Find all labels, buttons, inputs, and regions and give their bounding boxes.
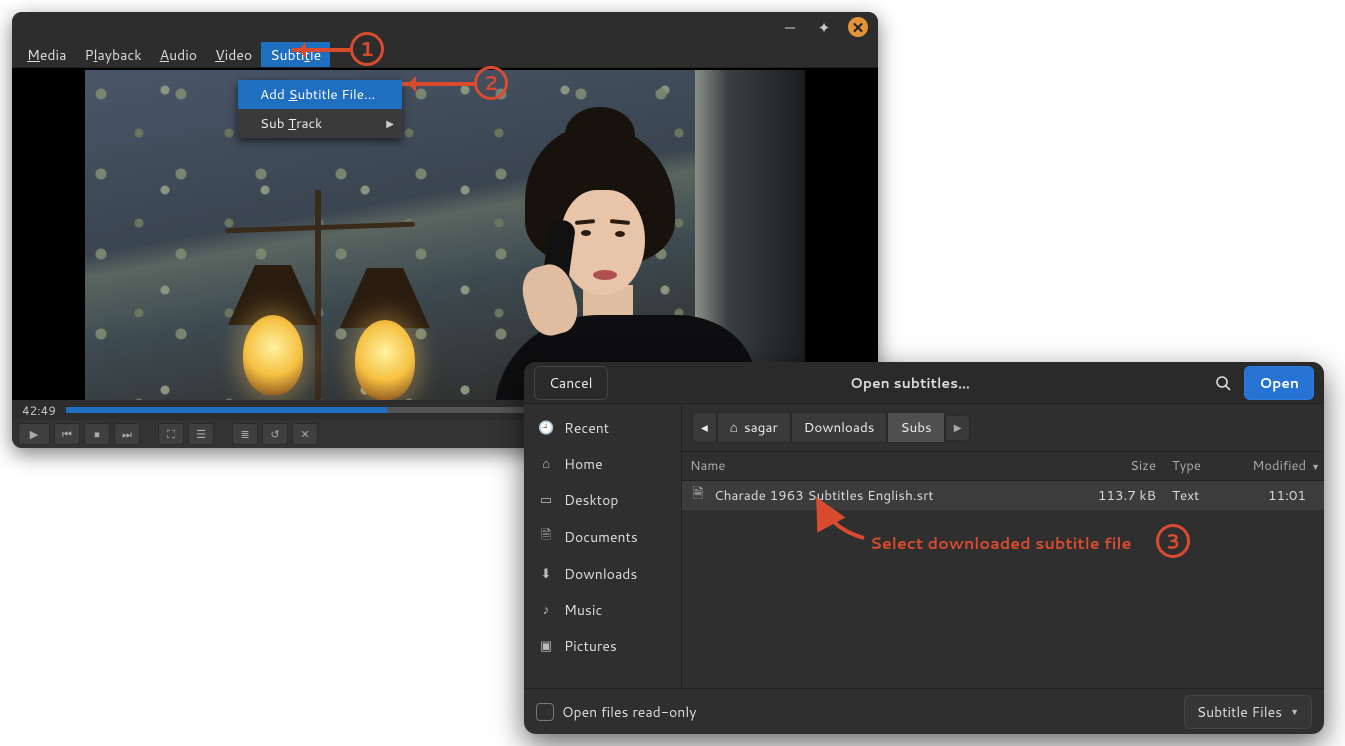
file-icon: 🗎 xyxy=(690,488,706,504)
annotation-circle-3: 3 xyxy=(1156,524,1190,558)
shuffle-button[interactable]: ✕ xyxy=(292,423,318,445)
annotation-text-3: Select downloaded subtitle file xyxy=(870,532,1131,555)
sidebar-home[interactable]: ⌂Home xyxy=(524,446,681,482)
maximize-button[interactable]: ✦ xyxy=(814,17,834,37)
read-only-label: Open files read-only xyxy=(562,702,696,722)
video-frame xyxy=(85,70,805,406)
minimize-button[interactable]: — xyxy=(780,17,800,37)
playlist-button[interactable]: ≣ xyxy=(232,423,258,445)
downloads-icon: ⬇ xyxy=(538,565,554,583)
sidebar-recent[interactable]: 🕘Recent xyxy=(524,410,681,446)
home-icon: ⌂ xyxy=(538,455,554,473)
annotation-circle-1: 1 xyxy=(350,32,384,66)
file-name: Charade 1963 Subtitles English.srt xyxy=(714,486,934,505)
stop-button[interactable]: ⏹ xyxy=(84,423,110,445)
sidebar-desktop[interactable]: ▭Desktop xyxy=(524,482,681,518)
dialog-header: Cancel Open subtitles... Open xyxy=(524,362,1324,404)
table-header: Name Size Type Modified▼ xyxy=(682,451,1324,481)
col-size[interactable]: Size xyxy=(1084,452,1164,480)
next-button[interactable]: ⏭ xyxy=(114,423,140,445)
file-table: Name Size Type Modified▼ 🗎 Charade 1963 … xyxy=(682,451,1324,688)
annotation-arrow-1 xyxy=(292,48,350,52)
dialog-sidebar: 🕘Recent ⌂Home ▭Desktop 🗎Documents ⬇Downl… xyxy=(524,404,682,688)
close-button[interactable]: ✕ xyxy=(848,17,868,37)
vlc-menubar: Media Playback Audio Video Subtitle xyxy=(12,42,878,68)
cancel-button[interactable]: Cancel xyxy=(534,366,608,400)
col-modified[interactable]: Modified▼ xyxy=(1234,452,1324,480)
play-button[interactable]: ▶ xyxy=(18,423,50,445)
annotation-circle-2: 2 xyxy=(474,66,508,100)
sidebar-downloads[interactable]: ⬇Downloads xyxy=(524,556,681,592)
fullscreen-button[interactable]: ⛶ xyxy=(158,423,184,445)
pictures-icon: ▣ xyxy=(538,637,554,655)
file-type: Text xyxy=(1164,481,1234,510)
path-home[interactable]: ⌂ sagar xyxy=(717,412,791,443)
annotation-arrow-2 xyxy=(402,82,474,86)
path-downloads[interactable]: Downloads xyxy=(791,412,888,443)
current-time: 42:49 xyxy=(22,402,56,419)
sidebar-music[interactable]: ♪Music xyxy=(524,592,681,628)
file-filter-dropdown[interactable]: Subtitle Files ▼ xyxy=(1184,695,1312,729)
menu-video[interactable]: Video xyxy=(206,42,261,67)
path-back[interactable]: ◂ xyxy=(692,412,717,443)
open-button[interactable]: Open xyxy=(1244,366,1314,400)
subtitle-dropdown: Add Subtitle File... Sub Track ▶ xyxy=(238,80,402,138)
ext-settings-button[interactable]: ☰ xyxy=(188,423,214,445)
menu-audio[interactable]: Audio xyxy=(151,42,207,67)
sidebar-pictures[interactable]: ▣Pictures xyxy=(524,628,681,664)
video-area[interactable] xyxy=(12,68,878,408)
col-name[interactable]: Name xyxy=(682,452,1084,480)
path-forward[interactable]: ▶ xyxy=(945,415,971,441)
caret-down-icon: ▼ xyxy=(1290,705,1299,718)
path-bar: ◂ ⌂ sagar Downloads Subs ▶ xyxy=(682,404,1324,451)
col-type[interactable]: Type xyxy=(1164,452,1234,480)
path-subs[interactable]: Subs xyxy=(887,412,944,443)
file-row-srt[interactable]: 🗎 Charade 1963 Subtitles English.srt 113… xyxy=(682,481,1324,510)
music-icon: ♪ xyxy=(538,601,554,619)
sidebar-documents[interactable]: 🗎Documents xyxy=(524,518,681,556)
progress-fill xyxy=(66,407,387,413)
desktop-icon: ▭ xyxy=(538,491,554,509)
prev-button[interactable]: ⏮ xyxy=(54,423,80,445)
documents-icon: 🗎 xyxy=(538,526,554,548)
chevron-right-icon: ▶ xyxy=(386,117,394,131)
clock-icon: 🕘 xyxy=(538,419,554,437)
file-size: 113.7 kB xyxy=(1084,481,1164,510)
file-modified: 11:01 xyxy=(1234,481,1324,510)
read-only-checkbox[interactable] xyxy=(536,703,554,721)
sub-track-item[interactable]: Sub Track ▶ xyxy=(238,109,402,138)
search-icon[interactable] xyxy=(1212,372,1234,394)
loop-button[interactable]: ↺ xyxy=(262,423,288,445)
sort-caret-icon: ▼ xyxy=(1311,460,1320,473)
menu-playback[interactable]: Playback xyxy=(75,42,150,67)
vlc-titlebar: — ✦ ✕ xyxy=(12,12,878,42)
dialog-title: Open subtitles... xyxy=(618,373,1203,393)
menu-media[interactable]: Media xyxy=(18,42,75,67)
dialog-footer: Open files read-only Subtitle Files ▼ xyxy=(524,688,1324,734)
home-icon: ⌂ xyxy=(730,418,738,437)
add-subtitle-file-item[interactable]: Add Subtitle File... xyxy=(238,80,402,109)
